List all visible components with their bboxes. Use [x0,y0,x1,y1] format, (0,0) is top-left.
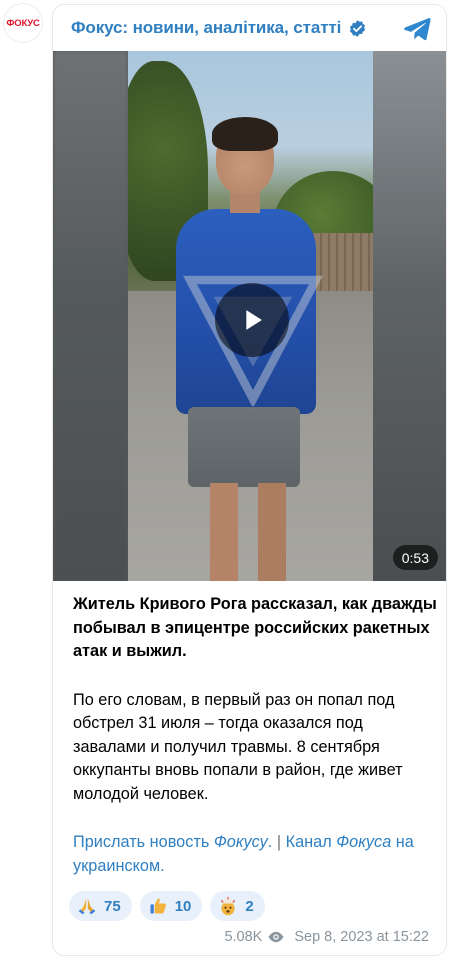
play-icon [246,310,262,330]
reaction-thumbs-up[interactable]: 10 [139,891,203,921]
reaction-count: 2 [245,897,254,915]
send-news-link-text: Прислать новость [73,833,210,851]
eye-icon [268,931,284,943]
avatar-logo-text: ФОКУС [6,17,40,29]
video-duration: 0:53 [392,545,438,570]
post-headline: Житель Кривого Рога рассказал, как дважд… [73,595,437,660]
view-count: 5.08K [224,929,263,945]
video-blur-left [53,51,128,581]
post-text: Житель Кривого Рога рассказал, как дважд… [73,593,438,878]
post-header: Фокус: новини, аналітика, статті [53,5,446,51]
person-shorts [188,407,300,487]
channel-name[interactable]: Фокус: новини, аналітика, статті [71,18,341,38]
reaction-count: 75 [104,897,121,915]
post-links: Прислать новость Фокусу. | Канал Фокуса … [73,831,438,878]
channel-link-italic: Фокуса [336,833,392,851]
exploding-head-icon [221,896,236,916]
telegram-icon[interactable] [403,14,432,43]
person-hair [212,117,278,151]
link-separator: | [276,833,282,851]
post-datetime[interactable]: Sep 8, 2023 at 15:22 [294,929,429,945]
person-leg-right [258,483,286,581]
praying-hands-icon [78,898,96,915]
thumbs-up-icon [150,898,166,914]
verified-badge-icon [348,19,367,38]
post-card: Фокус: новини, аналітика, статті 0:53 Жи… [52,4,447,956]
person-leg-left [210,483,238,581]
send-news-link[interactable]: Прислать новость Фокусу. [73,833,272,851]
send-news-link-italic: Фокусу [213,833,268,851]
play-button[interactable] [215,283,289,357]
send-news-link-period: . [267,833,273,851]
channel-link-text: Канал [285,833,332,851]
channel-avatar[interactable]: ФОКУС [3,3,43,43]
post-body: По его словам, в первый раз он попал под… [73,690,403,803]
reaction-praying-hands[interactable]: 75 [69,891,132,921]
video-blur-right [371,51,446,581]
reaction-count: 10 [174,897,192,915]
reactions-bar: 75 10 2 [69,891,265,921]
reaction-exploding-head[interactable]: 2 [210,891,265,921]
channel-link-period: . [160,856,165,875]
post-meta: 5.08K Sep 8, 2023 at 15:22 [224,929,429,945]
video-player[interactable]: 0:53 [53,51,446,581]
